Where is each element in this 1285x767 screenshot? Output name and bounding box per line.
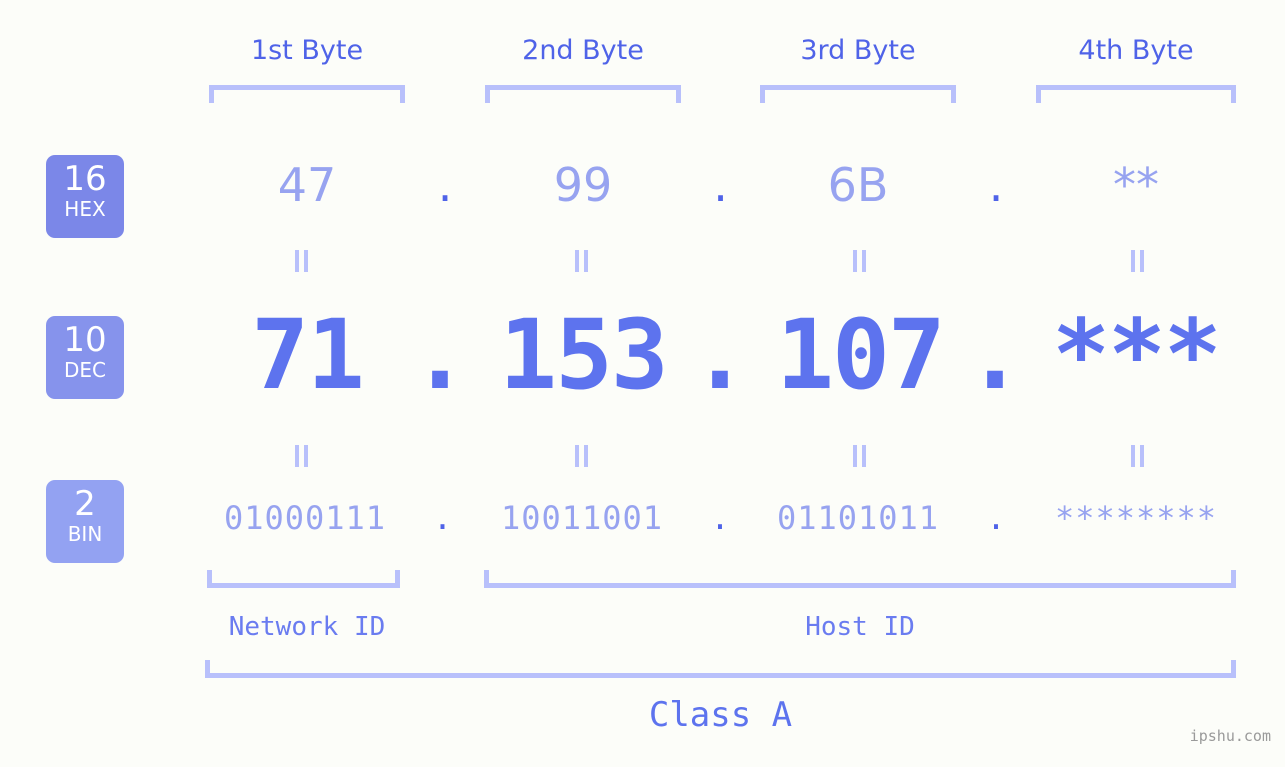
bin-byte-1: 01000111 [223, 499, 387, 537]
equals-mark-dec-bin-1 [292, 445, 312, 467]
hex-byte-2: 99 [553, 158, 613, 212]
dec-separator-3: . [966, 299, 1024, 411]
base-badge-dec: 10 DEC [46, 316, 124, 399]
equals-mark-dec-bin-2 [572, 445, 592, 467]
hex-separator-1: . [437, 158, 453, 212]
dec-byte-4: *** [1052, 299, 1221, 411]
host-id-label: Host ID [805, 612, 915, 642]
dec-byte-1: 71 [251, 299, 365, 411]
byte-header-4: 4th Byte [1078, 35, 1194, 66]
base-badge-dec-number: 10 [63, 320, 107, 360]
byte-header-1: 1st Byte [250, 35, 364, 66]
bin-byte-3: 01101011 [776, 499, 940, 537]
base-badge-bin-number: 2 [74, 484, 96, 524]
byte-bracket-2 [485, 85, 681, 103]
hex-separator-3: . [988, 158, 1004, 212]
dec-separator-1: . [411, 299, 469, 411]
base-badge-hex-number: 16 [63, 159, 107, 199]
equals-mark-hex-dec-3 [850, 250, 870, 272]
bin-byte-4: ******** [1054, 499, 1218, 537]
equals-mark-dec-bin-3 [850, 445, 870, 467]
base-badge-bin-abbr: BIN [67, 522, 103, 546]
equals-mark-hex-dec-4 [1128, 250, 1148, 272]
byte-header-3: 3rd Byte [800, 35, 916, 66]
byte-bracket-3 [760, 85, 956, 103]
hex-byte-3: 6B [827, 158, 889, 212]
base-badge-bin: 2 BIN [46, 480, 124, 563]
byte-bracket-1 [209, 85, 405, 103]
equals-mark-hex-dec-2 [572, 250, 592, 272]
dec-byte-2: 153 [499, 299, 668, 411]
base-badge-hex: 16 HEX [46, 155, 124, 238]
class-bracket [205, 660, 1236, 678]
hex-byte-1: 47 [277, 158, 337, 212]
bin-separator-2: . [710, 499, 730, 537]
bin-byte-2: 10011001 [500, 499, 664, 537]
bin-separator-3: . [986, 499, 1006, 537]
equals-mark-hex-dec-1 [292, 250, 312, 272]
bin-separator-1: . [432, 499, 453, 537]
ip-breakdown-diagram: 1st Byte 2nd Byte 3rd Byte 4th Byte 16 H… [0, 0, 1285, 767]
byte-bracket-4 [1036, 85, 1236, 103]
hex-separator-2: . [713, 158, 728, 212]
class-label: Class A [648, 695, 793, 735]
base-badge-dec-abbr: DEC [63, 358, 106, 382]
network-id-label: Network ID [228, 612, 386, 642]
network-id-bracket [207, 570, 400, 588]
site-watermark: ipshu.com [1189, 727, 1271, 745]
dec-byte-3: 107 [776, 299, 945, 411]
byte-header-2: 2nd Byte [522, 35, 644, 66]
hex-byte-4: ** [1113, 158, 1159, 212]
base-badge-hex-abbr: HEX [64, 197, 106, 221]
host-id-bracket [484, 570, 1236, 588]
equals-mark-dec-bin-4 [1128, 445, 1148, 467]
